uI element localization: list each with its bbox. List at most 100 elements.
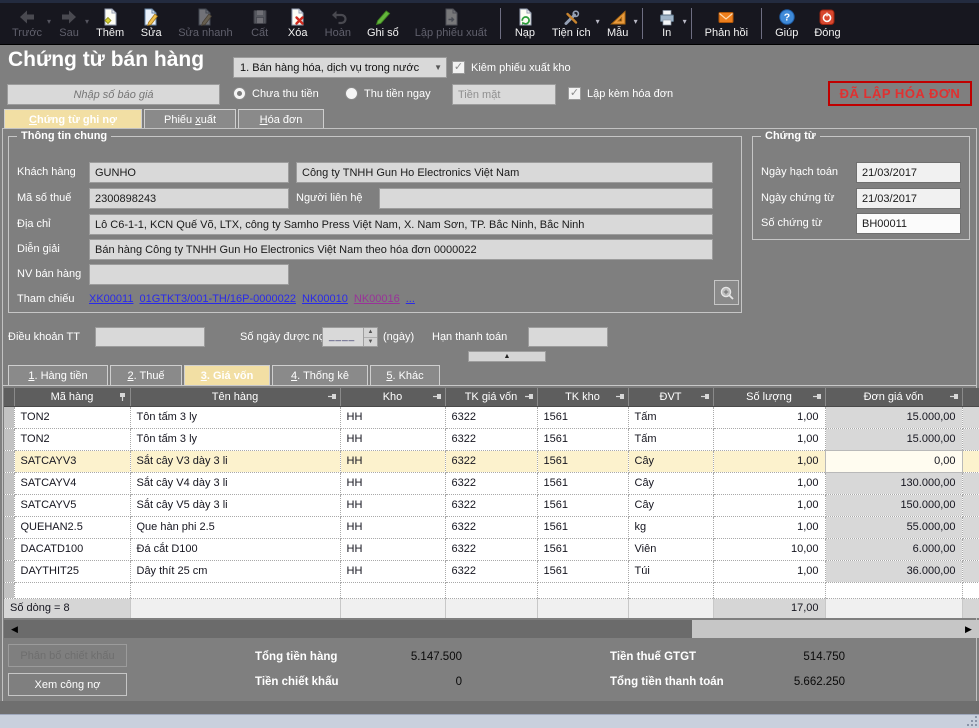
cell-so-luong[interactable]: 1,00 xyxy=(713,560,825,582)
cell-ten-hang[interactable]: Đá cắt D100 xyxy=(130,538,340,560)
pin-icon[interactable] xyxy=(524,392,534,401)
warehouse-slip-checkbox[interactable]: ✓ xyxy=(452,61,465,74)
cell-ma-hang[interactable]: TON2 xyxy=(14,428,130,450)
row-indicator[interactable] xyxy=(4,428,14,450)
header-dvt[interactable]: ĐVT xyxy=(628,388,713,406)
header-tk-gia-von[interactable]: TK giá vốn xyxy=(445,388,537,406)
row-indicator[interactable] xyxy=(4,494,14,516)
cell-so-luong[interactable]: 1,00 xyxy=(713,494,825,516)
row-indicator[interactable] xyxy=(4,516,14,538)
cell-tk-kho[interactable]: 1561 xyxy=(537,560,628,582)
table-empty-row[interactable] xyxy=(4,582,979,598)
reference-link-more[interactable]: ... xyxy=(406,293,415,305)
tab-hoa-don[interactable]: Hóa đơn xyxy=(238,109,324,129)
scroll-left-icon[interactable]: ◀ xyxy=(6,620,23,638)
payment-terms-input[interactable] xyxy=(95,327,205,347)
cell-tk-kho[interactable]: 1561 xyxy=(537,406,628,428)
credit-days-stepper[interactable]: ____ ▲ ▼ xyxy=(322,327,378,347)
cell-tk-gia-von[interactable]: 6322 xyxy=(445,560,537,582)
document-date-input[interactable]: 21/03/2017 xyxy=(856,188,961,209)
cell-dvt[interactable]: Tấm xyxy=(628,428,713,450)
cell-tk-kho[interactable]: 1561 xyxy=(537,472,628,494)
table-row[interactable]: SATCAYV4 Sắt cây V4 dày 3 li HH 6322 156… xyxy=(4,472,979,494)
print-dropdown-caret-icon[interactable]: ▾ xyxy=(683,17,687,26)
scrollbar-thumb[interactable] xyxy=(4,620,692,638)
cell-dvt[interactable]: kg xyxy=(628,516,713,538)
cell-ma-hang[interactable]: SATCAYV4 xyxy=(14,472,130,494)
tax-code-input[interactable] xyxy=(89,188,289,209)
close-button[interactable]: Đóng xyxy=(806,3,848,44)
contact-person-input[interactable] xyxy=(379,188,713,209)
cell-kho[interactable]: HH xyxy=(340,494,445,516)
pin-icon[interactable] xyxy=(949,392,959,401)
cell-don-gia-von[interactable]: 0,00 xyxy=(825,450,962,472)
tab-thong-ke[interactable]: 4. Thống kê xyxy=(272,365,368,385)
row-indicator[interactable] xyxy=(4,538,14,560)
row-indicator[interactable] xyxy=(4,450,14,472)
header-tk-kho[interactable]: TK kho xyxy=(537,388,628,406)
view-debt-button[interactable]: Xem công nợ xyxy=(8,673,127,696)
table-row-selected[interactable]: SATCAYV3 Sắt cây V3 dày 3 li HH 6322 156… xyxy=(4,450,979,472)
cell-tk-kho[interactable]: 1561 xyxy=(537,428,628,450)
cell-tk-gia-von[interactable]: 6322 xyxy=(445,406,537,428)
tab-khac[interactable]: 5. Khác xyxy=(370,365,440,385)
cell-don-gia-von[interactable]: 15.000,00 xyxy=(825,406,962,428)
posting-date-input[interactable]: 21/03/2017 xyxy=(856,162,961,183)
customer-name-input[interactable] xyxy=(296,162,713,183)
cell-tk-gia-von[interactable]: 6322 xyxy=(445,428,537,450)
scroll-right-icon[interactable]: ▶ xyxy=(960,620,977,638)
document-number-input[interactable]: BH00011 xyxy=(856,213,961,234)
pin-icon[interactable] xyxy=(432,392,442,401)
tab-phieu-xuat[interactable]: Phiếu xuất xyxy=(144,109,236,129)
cell-dvt[interactable]: Tấm xyxy=(628,406,713,428)
header-ten-hang[interactable]: Tên hàng xyxy=(130,388,340,406)
resize-grip[interactable] xyxy=(967,716,977,726)
doc-type-select[interactable]: 1. Bán hàng hóa, dịch vụ trong nước ▼ xyxy=(233,57,447,78)
due-date-input[interactable] xyxy=(528,327,608,347)
reference-link[interactable]: NK00016 xyxy=(354,293,400,305)
cell-dvt[interactable]: Cây xyxy=(628,494,713,516)
tab-thue[interactable]: 2. Thuế xyxy=(110,365,182,385)
utilities-button[interactable]: Tiện ích ▾ xyxy=(544,3,599,44)
with-invoice-checkbox[interactable]: ✓ xyxy=(568,87,581,100)
cell-ma-hang[interactable]: SATCAYV3 xyxy=(14,450,130,472)
template-button[interactable]: Mẫu ▾ xyxy=(599,3,637,44)
cell-tk-gia-von[interactable]: 6322 xyxy=(445,472,537,494)
tab-gia-von[interactable]: 3. Giá vốn xyxy=(184,365,270,385)
pin-icon[interactable] xyxy=(118,392,127,402)
pin-icon[interactable] xyxy=(327,392,337,401)
payment-method-input[interactable] xyxy=(452,84,556,105)
tab-chung-tu-ghi-no[interactable]: Chứng từ ghi nợ xyxy=(4,109,142,129)
cell-so-luong[interactable]: 1,00 xyxy=(713,450,825,472)
cell-ten-hang[interactable]: Tôn tấm 3 ly xyxy=(130,428,340,450)
cell-tk-kho[interactable]: 1561 xyxy=(537,494,628,516)
cell-kho[interactable]: HH xyxy=(340,538,445,560)
row-indicator[interactable] xyxy=(4,472,14,494)
cell-ma-hang[interactable]: SATCAYV5 xyxy=(14,494,130,516)
row-indicator[interactable] xyxy=(4,560,14,582)
cell-kho[interactable]: HH xyxy=(340,450,445,472)
cell-dvt[interactable]: Cây xyxy=(628,472,713,494)
row-indicator[interactable] xyxy=(4,406,14,428)
cell-ten-hang[interactable]: Tôn tấm 3 ly xyxy=(130,406,340,428)
cell-ma-hang[interactable]: DACATD100 xyxy=(14,538,130,560)
header-don-gia-von[interactable]: Đơn giá vốn xyxy=(825,388,962,406)
header-ma-hang[interactable]: Mã hàng xyxy=(14,388,130,406)
cell-don-gia-von[interactable]: 55.000,00 xyxy=(825,516,962,538)
allocate-discount-button[interactable]: Phân bổ chiết khấu xyxy=(8,644,127,667)
reference-search-button[interactable] xyxy=(714,280,739,305)
address-input[interactable] xyxy=(89,214,713,235)
tab-hang-tien[interactable]: 1. Hàng tiền xyxy=(8,365,108,385)
print-button[interactable]: In ▾ xyxy=(648,3,686,44)
cell-ma-hang[interactable]: QUEHAN2.5 xyxy=(14,516,130,538)
help-button[interactable]: ? Giúp xyxy=(767,3,806,44)
cell-tk-gia-von[interactable]: 6322 xyxy=(445,494,537,516)
cell-dvt[interactable]: Túi xyxy=(628,560,713,582)
cell-don-gia-von[interactable]: 15.000,00 xyxy=(825,428,962,450)
table-row[interactable]: TON2 Tôn tấm 3 ly HH 6322 1561 Tấm 1,00 … xyxy=(4,406,979,428)
pin-icon[interactable] xyxy=(700,392,710,401)
cell-tk-gia-von[interactable]: 6322 xyxy=(445,538,537,560)
header-kho[interactable]: Kho xyxy=(340,388,445,406)
description-input[interactable] xyxy=(89,239,713,260)
cell-ten-hang[interactable]: Dây thít 25 cm xyxy=(130,560,340,582)
